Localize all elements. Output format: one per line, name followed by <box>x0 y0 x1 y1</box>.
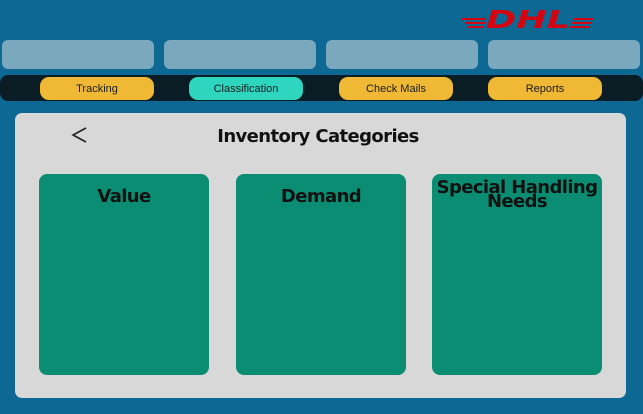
placeholder-bar-1 <box>2 40 154 69</box>
placeholder-bar-4 <box>488 40 640 69</box>
placeholder-bar-2 <box>164 40 316 69</box>
nav-classification-button[interactable]: Classification <box>189 77 303 100</box>
nav-check-mails-button[interactable]: Check Mails <box>339 77 453 100</box>
dhl-logo: DHL <box>462 6 594 30</box>
category-label: Special Handling Needs <box>436 177 598 212</box>
main-nav: Tracking Classification Check Mails Repo… <box>0 75 643 101</box>
category-label: Demand <box>280 186 362 207</box>
chevron-left-icon[interactable] <box>68 122 92 148</box>
category-label: Value <box>97 186 151 207</box>
category-tile-value[interactable]: Value <box>39 174 209 375</box>
nav-reports-button[interactable]: Reports <box>488 77 602 100</box>
page-title: Inventory Categories <box>217 126 419 147</box>
category-tile-special-handling[interactable]: Special Handling Needs <box>432 174 602 375</box>
svg-text:DHL: DHL <box>486 6 570 30</box>
placeholder-bar-3 <box>326 40 478 69</box>
category-tile-demand[interactable]: Demand <box>236 174 406 375</box>
nav-tracking-button[interactable]: Tracking <box>40 77 154 100</box>
